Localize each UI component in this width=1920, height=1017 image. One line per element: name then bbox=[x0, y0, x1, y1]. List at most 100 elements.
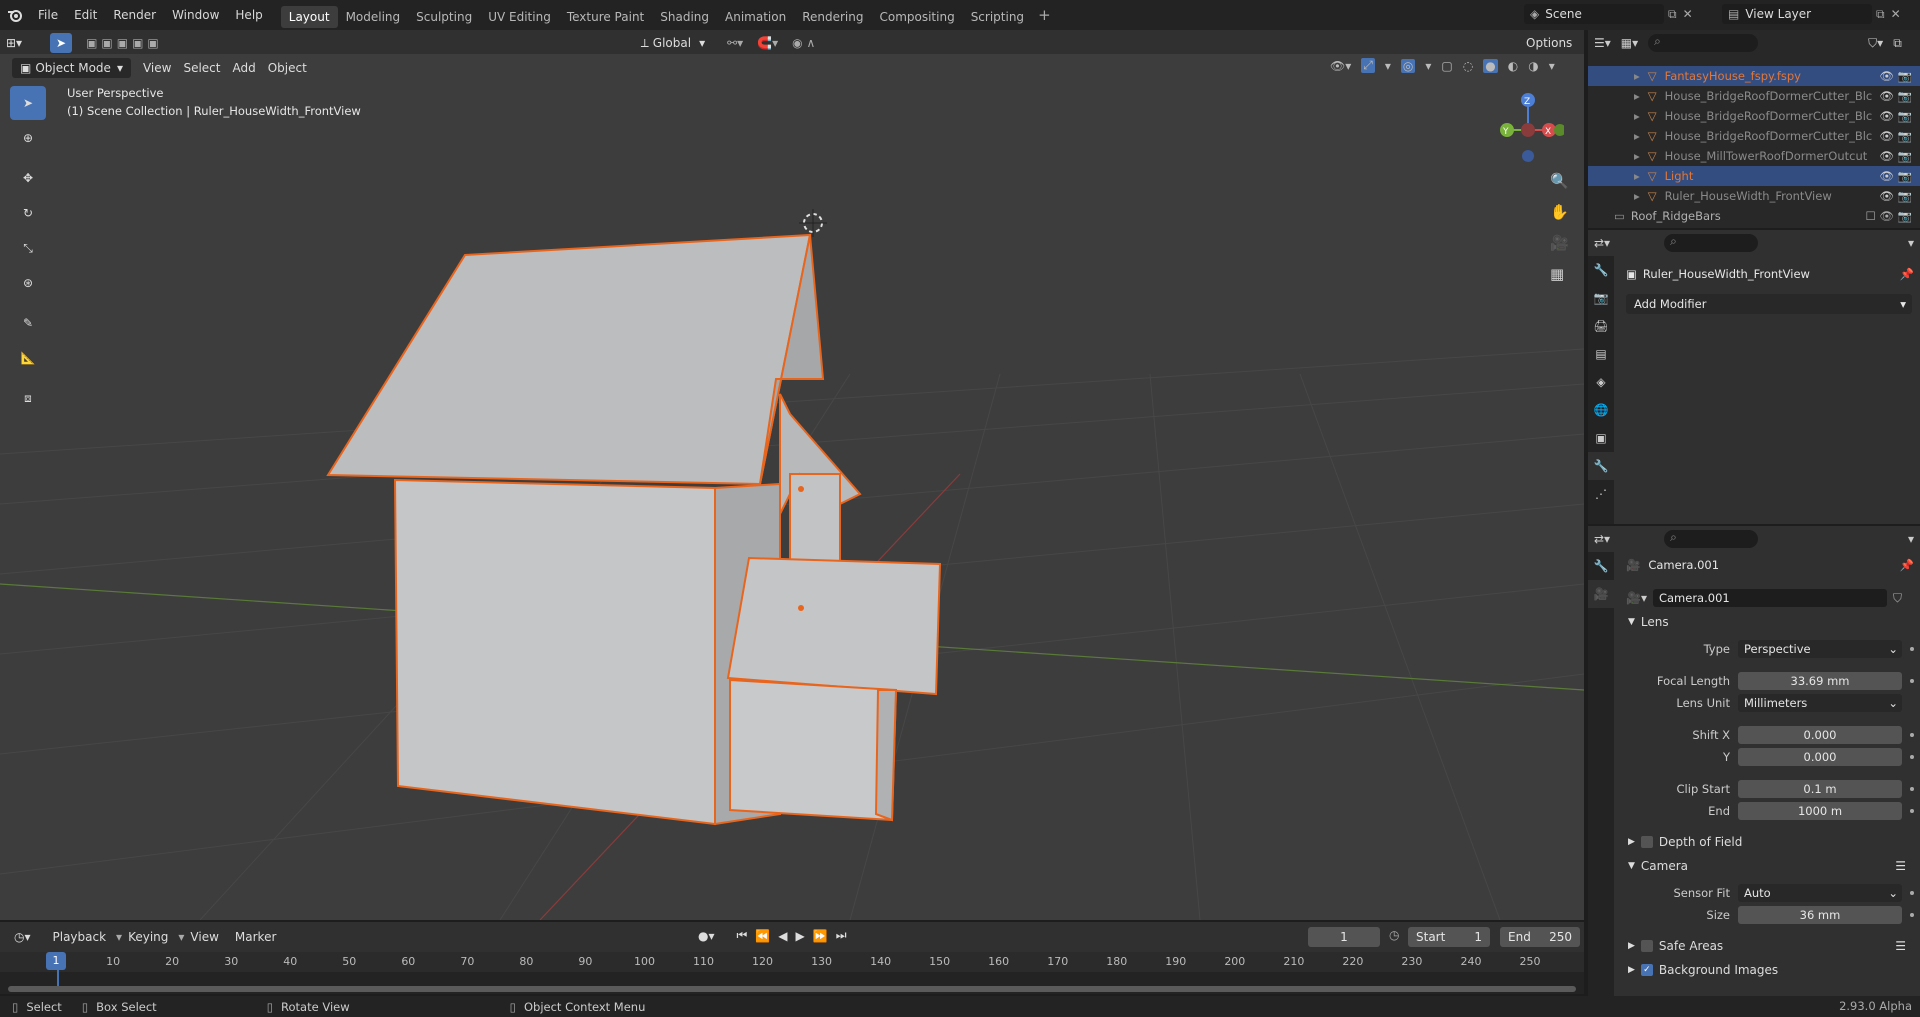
lens-section-header[interactable]: ▼ Lens bbox=[1618, 610, 1920, 634]
measure-tool-icon[interactable]: 📐 bbox=[10, 341, 46, 375]
background-images-section-header[interactable]: ▶ ✓ Background Images bbox=[1618, 958, 1920, 982]
properties-search-input[interactable]: ⌕ bbox=[1664, 234, 1758, 252]
zoom-icon[interactable]: 🔍 bbox=[1550, 172, 1576, 203]
menu-help[interactable]: Help bbox=[227, 0, 270, 30]
outliner-item[interactable]: ▸ ▽ House_BridgeRoofDormerCutter_Blc 👁 📷 bbox=[1588, 86, 1920, 106]
delete-view-layer-icon[interactable]: ✕ bbox=[1891, 7, 1901, 21]
outliner-item[interactable]: ▸ ▽ Light 👁 📷 bbox=[1588, 166, 1920, 186]
chevron-down-icon[interactable]: ▾ bbox=[1385, 59, 1391, 73]
clip-end-field[interactable]: 1000 m bbox=[1738, 802, 1902, 820]
menu-file[interactable]: File bbox=[30, 0, 66, 30]
output-tab-icon[interactable]: 🖨 bbox=[1588, 312, 1614, 340]
shift-y-field[interactable]: 0.000 bbox=[1738, 748, 1902, 766]
select-box-tool-icon[interactable]: ➤ bbox=[10, 86, 46, 120]
view-layer-tab-icon[interactable]: ▤ bbox=[1588, 340, 1614, 368]
timeline-menu-keying[interactable]: Keying bbox=[122, 926, 174, 948]
prev-keyframe-icon[interactable]: ⏪ bbox=[755, 929, 770, 943]
outliner-item[interactable]: ▸ ▽ FantasyHouse_fspy.fspy 👁 📷 bbox=[1588, 66, 1920, 86]
add-cube-tool-icon[interactable]: ⧈ bbox=[10, 381, 46, 415]
timeline-menu-marker[interactable]: Marker bbox=[229, 926, 282, 948]
rotate-tool-icon[interactable]: ↻ bbox=[10, 196, 46, 230]
select-tool-icon[interactable]: ➤ bbox=[50, 33, 73, 53]
properties-search-input[interactable]: ⌕ bbox=[1664, 530, 1758, 548]
timeline-editor-type-button[interactable]: ◷▾ bbox=[8, 926, 37, 948]
render-tab-icon[interactable]: 📷 bbox=[1588, 284, 1614, 312]
fake-user-icon[interactable]: ⛉ bbox=[1893, 591, 1902, 606]
sensor-size-field[interactable]: 36 mm bbox=[1738, 906, 1902, 924]
lens-unit-dropdown[interactable]: Millimeters ⌄ bbox=[1738, 694, 1902, 712]
visibility-eye-icon[interactable]: ☐ 👁 📷 bbox=[1865, 206, 1912, 226]
object-mode-dropdown[interactable]: ▣ Object Mode ▾ bbox=[12, 58, 131, 78]
delete-scene-icon[interactable]: ✕ bbox=[1683, 7, 1693, 21]
safe-areas-checkbox[interactable] bbox=[1640, 940, 1653, 952]
expand-arrow-icon[interactable]: ▸ bbox=[1634, 126, 1640, 146]
outliner-editor-type-icon[interactable]: ☰▾ bbox=[1594, 36, 1611, 50]
camera-view-icon[interactable]: 🎥 bbox=[1550, 234, 1576, 265]
pan-hand-icon[interactable]: ✋ bbox=[1550, 203, 1576, 234]
new-scene-icon[interactable]: ⧉ bbox=[1668, 7, 1677, 22]
scale-tool-icon[interactable]: ⤡ bbox=[10, 231, 46, 265]
gizmo-toggle-icon[interactable]: ⤢ bbox=[1361, 58, 1375, 73]
tab-uv-editing[interactable]: UV Editing bbox=[480, 6, 559, 28]
expand-arrow-icon[interactable]: ▸ bbox=[1634, 146, 1640, 166]
filter-icon[interactable]: ⛉▾ bbox=[1868, 36, 1883, 51]
outliner-collection-row[interactable]: ▭ Roof_RidgeBars ☐ 👁 📷 bbox=[1588, 206, 1920, 226]
clip-start-field[interactable]: 0.1 m bbox=[1738, 780, 1902, 798]
expand-arrow-icon[interactable]: ▸ bbox=[1634, 66, 1640, 86]
editor-type-button[interactable]: ⊞▾ bbox=[0, 32, 28, 54]
particles-tab-icon[interactable]: ⋰ bbox=[1588, 480, 1614, 508]
pin-icon[interactable]: 📌 bbox=[1900, 267, 1914, 281]
visibility-eye-icon[interactable]: 👁 📷 bbox=[1879, 66, 1912, 86]
move-tool-icon[interactable]: ✥ bbox=[10, 161, 46, 195]
outliner-item[interactable]: ▸ ▽ House_BridgeRoofDormerCutter_Blc 👁 📷 bbox=[1588, 106, 1920, 126]
tab-animation[interactable]: Animation bbox=[717, 6, 794, 28]
menu-render[interactable]: Render bbox=[105, 0, 164, 30]
sensor-fit-dropdown[interactable]: Auto ⌄ bbox=[1738, 884, 1902, 902]
world-tab-icon[interactable]: 🌐 bbox=[1588, 396, 1614, 424]
record-icon[interactable]: ●▾ bbox=[698, 929, 715, 943]
add-workspace-button[interactable]: + bbox=[1032, 6, 1057, 24]
next-keyframe-icon[interactable]: ⏩ bbox=[813, 929, 828, 943]
transform-orientation-dropdown[interactable]: ⟂ Global ▾ bbox=[633, 33, 713, 53]
visibility-icon[interactable]: 👁▾ bbox=[1330, 59, 1351, 73]
chevron-down-icon[interactable]: ▾ bbox=[1908, 236, 1914, 250]
visibility-eye-icon[interactable]: 👁 📷 bbox=[1879, 186, 1912, 206]
menu-window[interactable]: Window bbox=[164, 0, 227, 30]
tab-shading[interactable]: Shading bbox=[652, 6, 717, 28]
solid-shading-icon[interactable]: ● bbox=[1483, 58, 1498, 73]
timeline-menu-playback[interactable]: Playback bbox=[47, 926, 113, 948]
list-icon[interactable]: ☰ bbox=[1895, 934, 1906, 958]
chevron-down-icon[interactable]: ▾ bbox=[1425, 59, 1431, 73]
snap-icon[interactable]: 🧲▾ bbox=[757, 36, 778, 50]
new-collection-icon[interactable]: ⧉ bbox=[1893, 36, 1902, 51]
chevron-down-icon[interactable]: ▾ bbox=[1549, 59, 1555, 73]
camera-datablock-icon[interactable]: 🎥▾ bbox=[1626, 591, 1647, 605]
cursor-tool-icon[interactable]: ⊕ bbox=[10, 121, 46, 155]
material-shading-icon[interactable]: ◐ bbox=[1508, 59, 1518, 73]
new-view-layer-icon[interactable]: ⧉ bbox=[1876, 7, 1885, 22]
play-icon[interactable]: ▶ bbox=[796, 929, 805, 943]
timeline[interactable]: 1102030405060708090100110120130140150160… bbox=[0, 952, 1584, 994]
background-images-checkbox[interactable]: ✓ bbox=[1640, 964, 1653, 976]
tab-modeling[interactable]: Modeling bbox=[338, 6, 409, 28]
tab-compositing[interactable]: Compositing bbox=[871, 6, 962, 28]
properties-editor-type-icon[interactable]: ⇄▾ bbox=[1594, 532, 1610, 546]
3d-cursor-icon[interactable] bbox=[799, 209, 827, 237]
view-layer-selector[interactable]: ▤ View Layer bbox=[1722, 4, 1872, 24]
viewport-menu-add[interactable]: Add bbox=[226, 57, 261, 79]
shift-x-field[interactable]: 0.000 bbox=[1738, 726, 1902, 744]
viewport-menu-view[interactable]: View bbox=[137, 57, 177, 79]
scene-selector[interactable]: ◈ Scene bbox=[1524, 4, 1664, 24]
focal-length-field[interactable]: 33.69 mm bbox=[1738, 672, 1902, 690]
house-model[interactable] bbox=[326, 233, 942, 826]
camera-datablock-field[interactable]: Camera.001 bbox=[1652, 589, 1887, 607]
transform-tool-icon[interactable]: ⊛ bbox=[10, 266, 46, 300]
outliner-item[interactable]: ▸ ▽ Ruler_HouseWidth_FrontView 👁 📷 bbox=[1588, 186, 1920, 206]
dof-checkbox[interactable] bbox=[1640, 836, 1653, 848]
visibility-eye-icon[interactable]: 👁 📷 bbox=[1879, 146, 1912, 166]
tool-tab-icon[interactable]: 🔧 bbox=[1588, 256, 1614, 284]
lens-type-dropdown[interactable]: Perspective ⌄ bbox=[1738, 640, 1902, 658]
visibility-eye-icon[interactable]: 👁 📷 bbox=[1879, 166, 1912, 186]
visibility-eye-icon[interactable]: 👁 📷 bbox=[1879, 126, 1912, 146]
visibility-eye-icon[interactable]: 👁 📷 bbox=[1879, 86, 1912, 106]
